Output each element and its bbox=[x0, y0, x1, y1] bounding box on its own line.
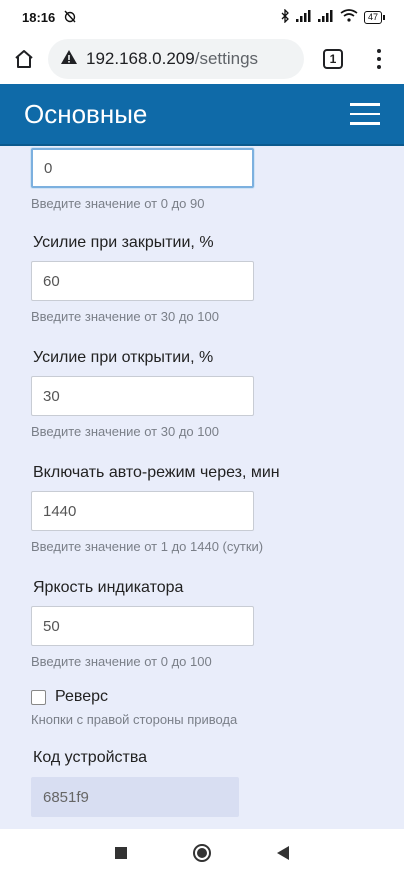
home-circle-icon bbox=[197, 848, 207, 858]
reverse-checkbox[interactable] bbox=[31, 689, 46, 705]
field-close-force: Усилие при закрытии, % 60 Введите значен… bbox=[31, 234, 254, 324]
wifi-icon bbox=[340, 9, 358, 25]
url-host: 192.168.0.209 bbox=[86, 49, 195, 68]
browser-menu-button[interactable] bbox=[360, 37, 398, 81]
first-hint: Введите значение от 0 до 90 bbox=[31, 196, 205, 211]
field-open-force: Усилие при открытии, % 30 Введите значен… bbox=[31, 349, 254, 439]
field-brightness: Яркость индикатора 50 Введите значение о… bbox=[31, 579, 254, 669]
close-force-value: 60 bbox=[43, 272, 60, 290]
app-header: Основные bbox=[0, 84, 404, 146]
status-icons: 47 bbox=[280, 7, 386, 26]
auto-mode-hint: Введите значение от 1 до 1440 (сутки) bbox=[31, 539, 264, 554]
brightness-input[interactable]: 50 bbox=[31, 606, 254, 646]
close-force-input[interactable]: 60 bbox=[31, 261, 254, 301]
browser-toolbar: 192.168.0.209/settings 1 bbox=[0, 34, 404, 84]
signal-icon bbox=[317, 9, 334, 25]
open-force-input[interactable]: 30 bbox=[31, 376, 254, 416]
more-vert-icon bbox=[377, 49, 381, 69]
home-button[interactable] bbox=[0, 37, 48, 81]
bluetooth-icon bbox=[280, 7, 290, 26]
first-input-value: 0 bbox=[44, 159, 53, 177]
url-text: 192.168.0.209/settings bbox=[86, 49, 258, 69]
brightness-value: 50 bbox=[43, 617, 60, 635]
tab-count: 1 bbox=[323, 49, 343, 69]
reverse-label: Реверс bbox=[55, 688, 108, 705]
auto-mode-value: 1440 bbox=[43, 502, 77, 520]
address-bar[interactable]: 192.168.0.209/settings bbox=[48, 39, 304, 79]
field-auto-mode: Включать авто-режим через, мин 1440 Введ… bbox=[31, 464, 280, 554]
auto-mode-input[interactable]: 1440 bbox=[31, 491, 254, 531]
field-reverse: Реверс Кнопки с правой стороны привода bbox=[31, 688, 237, 727]
hamburger-icon bbox=[350, 103, 380, 106]
signal-icon bbox=[295, 9, 312, 25]
menu-toggle-button[interactable] bbox=[350, 103, 380, 125]
open-force-hint: Введите значение от 30 до 100 bbox=[31, 424, 219, 439]
warning-icon[interactable] bbox=[60, 49, 78, 70]
field-first: 0 Введите значение от 0 до 90 bbox=[31, 148, 254, 211]
device-code-label: Код устройства bbox=[33, 749, 148, 766]
reverse-row[interactable]: Реверс bbox=[31, 688, 237, 706]
settings-form: 0 Введите значение от 0 до 90 Усилие при… bbox=[0, 146, 404, 829]
device-code-value-box: 6851f9 bbox=[31, 777, 239, 817]
open-force-value: 30 bbox=[43, 387, 60, 405]
device-code-value: 6851f9 bbox=[43, 788, 89, 806]
alarm-off-icon bbox=[63, 9, 77, 26]
auto-mode-label: Включать авто-режим через, мин bbox=[33, 464, 280, 481]
status-time: 18:16 bbox=[22, 9, 56, 25]
tab-switcher-button[interactable]: 1 bbox=[306, 37, 360, 81]
reverse-hint: Кнопки с правой стороны привода bbox=[31, 712, 238, 727]
battery-icon: 47 bbox=[363, 10, 386, 24]
status-bar: 18:16 47 bbox=[0, 0, 404, 34]
field-device-code: Код устройства 6851f9 bbox=[31, 749, 239, 817]
open-force-label: Усилие при открытии, % bbox=[33, 349, 214, 366]
system-nav-bar bbox=[0, 829, 404, 877]
brightness-label: Яркость индикатора bbox=[33, 579, 184, 596]
brightness-hint: Введите значение от 0 до 100 bbox=[31, 654, 212, 669]
first-input[interactable]: 0 bbox=[31, 148, 254, 188]
page-title: Основные bbox=[24, 98, 148, 129]
home-nav-button[interactable] bbox=[193, 844, 211, 862]
close-force-hint: Введите значение от 30 до 100 bbox=[31, 309, 219, 324]
url-path: /settings bbox=[194, 49, 259, 68]
home-icon bbox=[15, 50, 33, 68]
close-force-label: Усилие при закрытии, % bbox=[33, 234, 214, 251]
back-button[interactable] bbox=[277, 846, 289, 860]
recents-button[interactable] bbox=[115, 847, 127, 859]
